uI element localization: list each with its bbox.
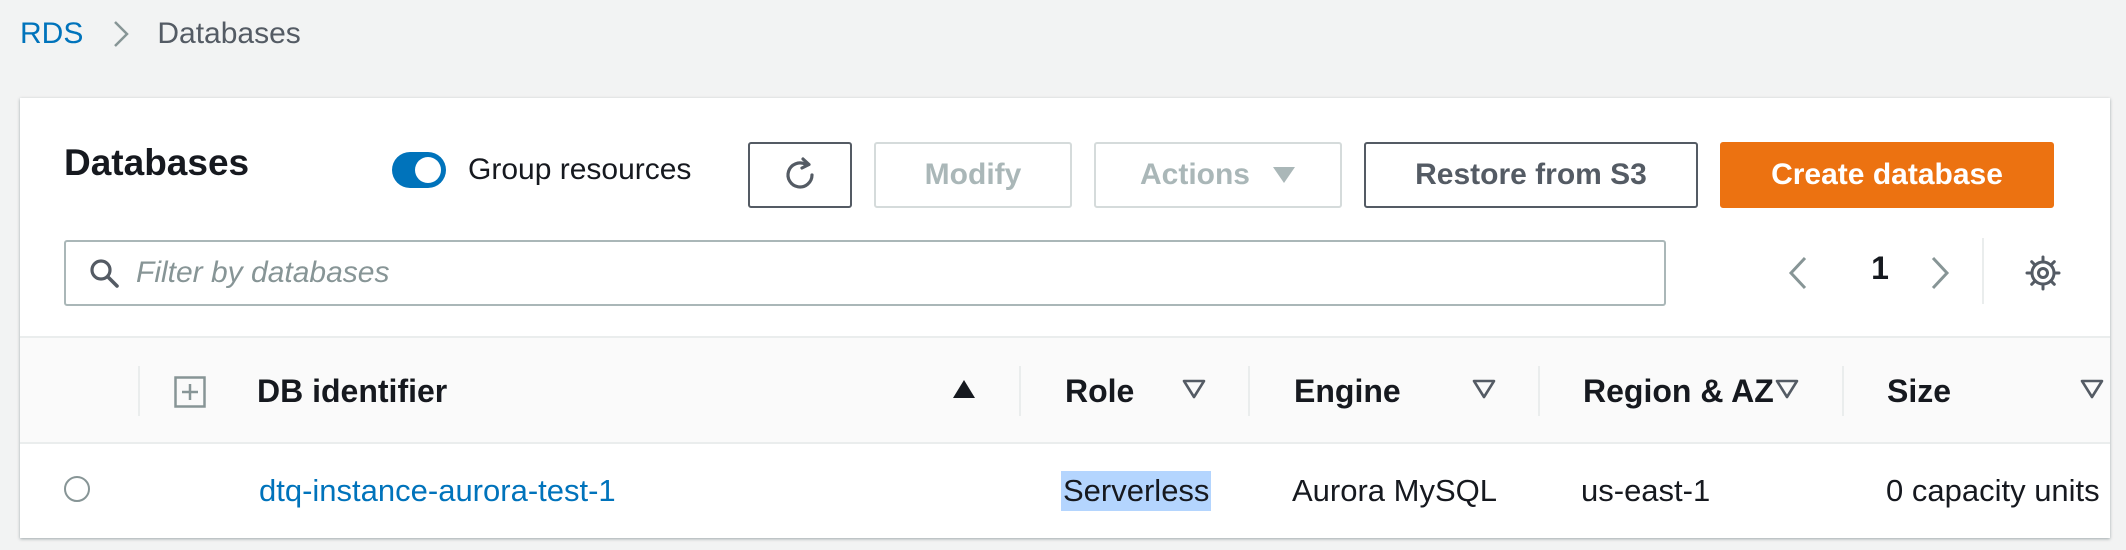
search-icon [88, 257, 120, 289]
engine-cell: Aurora MySQL [1292, 473, 1498, 508]
column-header-db-identifier[interactable]: DB identifier [257, 338, 447, 444]
sort-icon[interactable] [1775, 378, 1799, 400]
sort-icon[interactable] [2080, 378, 2104, 400]
toggle-knob [415, 157, 441, 183]
db-identifier-link[interactable]: dtq-instance-aurora-test-1 [259, 444, 616, 538]
caret-down-icon [1272, 166, 1296, 184]
breadcrumb-rds-link[interactable]: RDS [20, 17, 83, 51]
row-select-radio[interactable] [64, 476, 90, 502]
create-button-label: Create database [1771, 158, 2003, 191]
table-preferences-button[interactable] [2024, 254, 2062, 292]
column-divider [1019, 366, 1021, 416]
pager-divider [1982, 238, 1984, 304]
expand-plus-icon[interactable] [174, 376, 206, 408]
group-resources-toggle[interactable] [392, 152, 446, 188]
chevron-right-icon [1930, 256, 1950, 290]
modify-button-label: Modify [924, 158, 1022, 191]
column-header-region-az[interactable]: Region & AZ [1583, 338, 1774, 444]
column-divider [1842, 366, 1844, 416]
column-divider [1538, 366, 1540, 416]
filter-box [64, 240, 1666, 306]
group-resources-label: Group resources [468, 153, 692, 186]
chevron-left-icon [1788, 256, 1808, 290]
restore-button-label: Restore from S3 [1415, 158, 1647, 191]
size-cell: 0 capacity units [1886, 473, 2100, 508]
databases-panel: Databases Group resources Modify Actions… [20, 98, 2110, 538]
column-divider [1248, 366, 1250, 416]
modify-button[interactable]: Modify [874, 142, 1072, 208]
restore-from-s3-button[interactable]: Restore from S3 [1364, 142, 1698, 208]
sort-icon[interactable] [1472, 378, 1496, 400]
region-cell: us-east-1 [1581, 473, 1711, 508]
next-page-button[interactable] [1930, 256, 1950, 290]
actions-button-label: Actions [1139, 158, 1250, 191]
breadcrumb-current: Databases [157, 17, 301, 50]
filter-databases-input[interactable] [134, 255, 1638, 291]
refresh-icon [781, 156, 819, 194]
previous-page-button[interactable] [1788, 256, 1808, 290]
column-header-engine[interactable]: Engine [1294, 338, 1401, 444]
sort-icon[interactable] [1182, 378, 1206, 400]
page-title: Databases [64, 142, 250, 183]
column-header-size[interactable]: Size [1887, 338, 1951, 444]
table-header: DB identifier Role Engine Region & AZ Si… [20, 336, 2110, 444]
page-number[interactable]: 1 [1860, 250, 1900, 287]
actions-dropdown-button[interactable]: Actions [1094, 142, 1342, 208]
role-cell: Serverless [1061, 471, 1212, 511]
column-header-role[interactable]: Role [1065, 338, 1134, 444]
sort-ascending-icon[interactable] [952, 378, 976, 400]
column-divider [138, 366, 140, 416]
refresh-button[interactable] [748, 142, 852, 208]
group-resources-toggle-row: Group resources [392, 152, 691, 188]
chevron-right-icon [113, 19, 130, 49]
create-database-button[interactable]: Create database [1720, 142, 2054, 208]
settings-gear-icon [2024, 254, 2062, 292]
table-row: dtq-instance-aurora-test-1 Serverless Au… [20, 444, 2110, 538]
breadcrumb: RDS Databases [20, 12, 301, 56]
